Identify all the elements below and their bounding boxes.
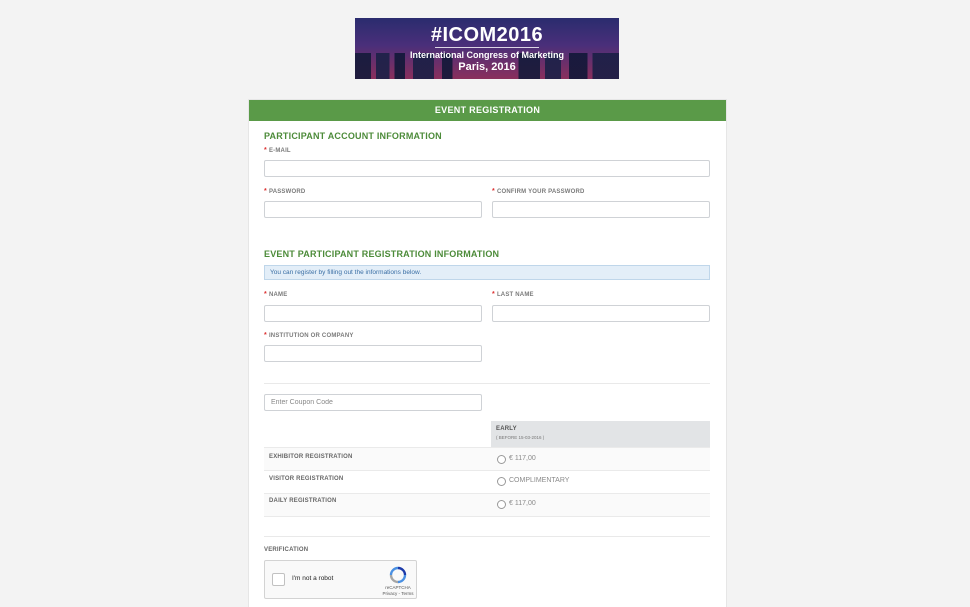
confirm-password-label: * CONFIRM YOUR PASSWORD bbox=[492, 188, 585, 195]
divider bbox=[264, 536, 710, 537]
recaptcha-text: I'm not a robot bbox=[292, 575, 334, 582]
table-divider bbox=[264, 516, 710, 517]
banner-divider bbox=[435, 47, 539, 48]
recaptcha-widget: I'm not a robot reCAPTCHA Privacy - Term… bbox=[264, 560, 417, 599]
radio-visitor[interactable] bbox=[497, 477, 506, 486]
last-name-field[interactable] bbox=[492, 305, 710, 322]
pricing-column-title: EARLY bbox=[496, 426, 517, 432]
banner-hashtag: #ICOM2016 bbox=[430, 24, 544, 46]
banner-location: Paris, 2016 bbox=[458, 61, 516, 73]
info-message: You can register by filling out the info… bbox=[264, 265, 710, 280]
event-banner: #ICOM2016 International Congress of Mark… bbox=[355, 18, 619, 79]
pricing-column-header: EARLY ( BEFORE 15-03-2016 ) bbox=[491, 421, 710, 447]
recaptcha-logo-icon bbox=[389, 566, 407, 584]
last-name-label: * LAST NAME bbox=[492, 291, 534, 298]
radio-daily[interactable] bbox=[497, 500, 506, 509]
radio-exhibitor[interactable] bbox=[497, 455, 506, 464]
pricing-column-date: ( BEFORE 15-03-2016 ) bbox=[496, 435, 545, 440]
participant-section-title: EVENT PARTICIPANT REGISTRATION INFORMATI… bbox=[264, 249, 500, 259]
account-section-title: PARTICIPANT ACCOUNT INFORMATION bbox=[264, 131, 442, 141]
recaptcha-brand: reCAPTCHA bbox=[385, 585, 411, 590]
email-label: * E-MAIL bbox=[264, 147, 291, 154]
password-field[interactable] bbox=[264, 201, 482, 218]
required-mark: * bbox=[264, 332, 267, 339]
price-visitor: COMPLIMENTARY bbox=[509, 477, 570, 484]
required-mark: * bbox=[264, 291, 267, 298]
email-field[interactable] bbox=[264, 160, 710, 177]
row-label-exhibitor: EXHIBITOR REGISTRATION bbox=[269, 454, 353, 460]
registration-card: EVENT REGISTRATION PARTICIPANT ACCOUNT I… bbox=[248, 99, 727, 607]
password-label: * PASSWORD bbox=[264, 188, 306, 195]
divider bbox=[264, 383, 710, 384]
required-mark: * bbox=[492, 188, 495, 195]
verification-label: VERIFICATION bbox=[264, 547, 309, 553]
confirm-password-field[interactable] bbox=[492, 201, 710, 218]
institution-label: * INSTITUTION OR COMPANY bbox=[264, 332, 354, 339]
table-row: DAILY REGISTRATION € 117,00 bbox=[264, 494, 710, 516]
row-label-visitor: VISITOR REGISTRATION bbox=[269, 476, 344, 482]
table-row: EXHIBITOR REGISTRATION € 117,00 bbox=[264, 448, 710, 470]
price-daily: € 117,00 bbox=[509, 500, 536, 507]
name-label: * NAME bbox=[264, 291, 288, 298]
institution-field[interactable] bbox=[264, 345, 482, 362]
recaptcha-checkbox[interactable] bbox=[272, 573, 285, 586]
row-label-daily: DAILY REGISTRATION bbox=[269, 498, 337, 504]
coupon-code-input[interactable] bbox=[264, 394, 482, 411]
table-row: VISITOR REGISTRATION COMPLIMENTARY bbox=[264, 471, 710, 493]
card-header: EVENT REGISTRATION bbox=[249, 100, 726, 121]
required-mark: * bbox=[264, 147, 267, 154]
recaptcha-links[interactable]: Privacy - Terms bbox=[377, 591, 419, 596]
name-field[interactable] bbox=[264, 305, 482, 322]
banner-subtitle: International Congress of Marketing bbox=[409, 50, 565, 60]
price-exhibitor: € 117,00 bbox=[509, 455, 536, 462]
required-mark: * bbox=[264, 188, 267, 195]
required-mark: * bbox=[492, 291, 495, 298]
